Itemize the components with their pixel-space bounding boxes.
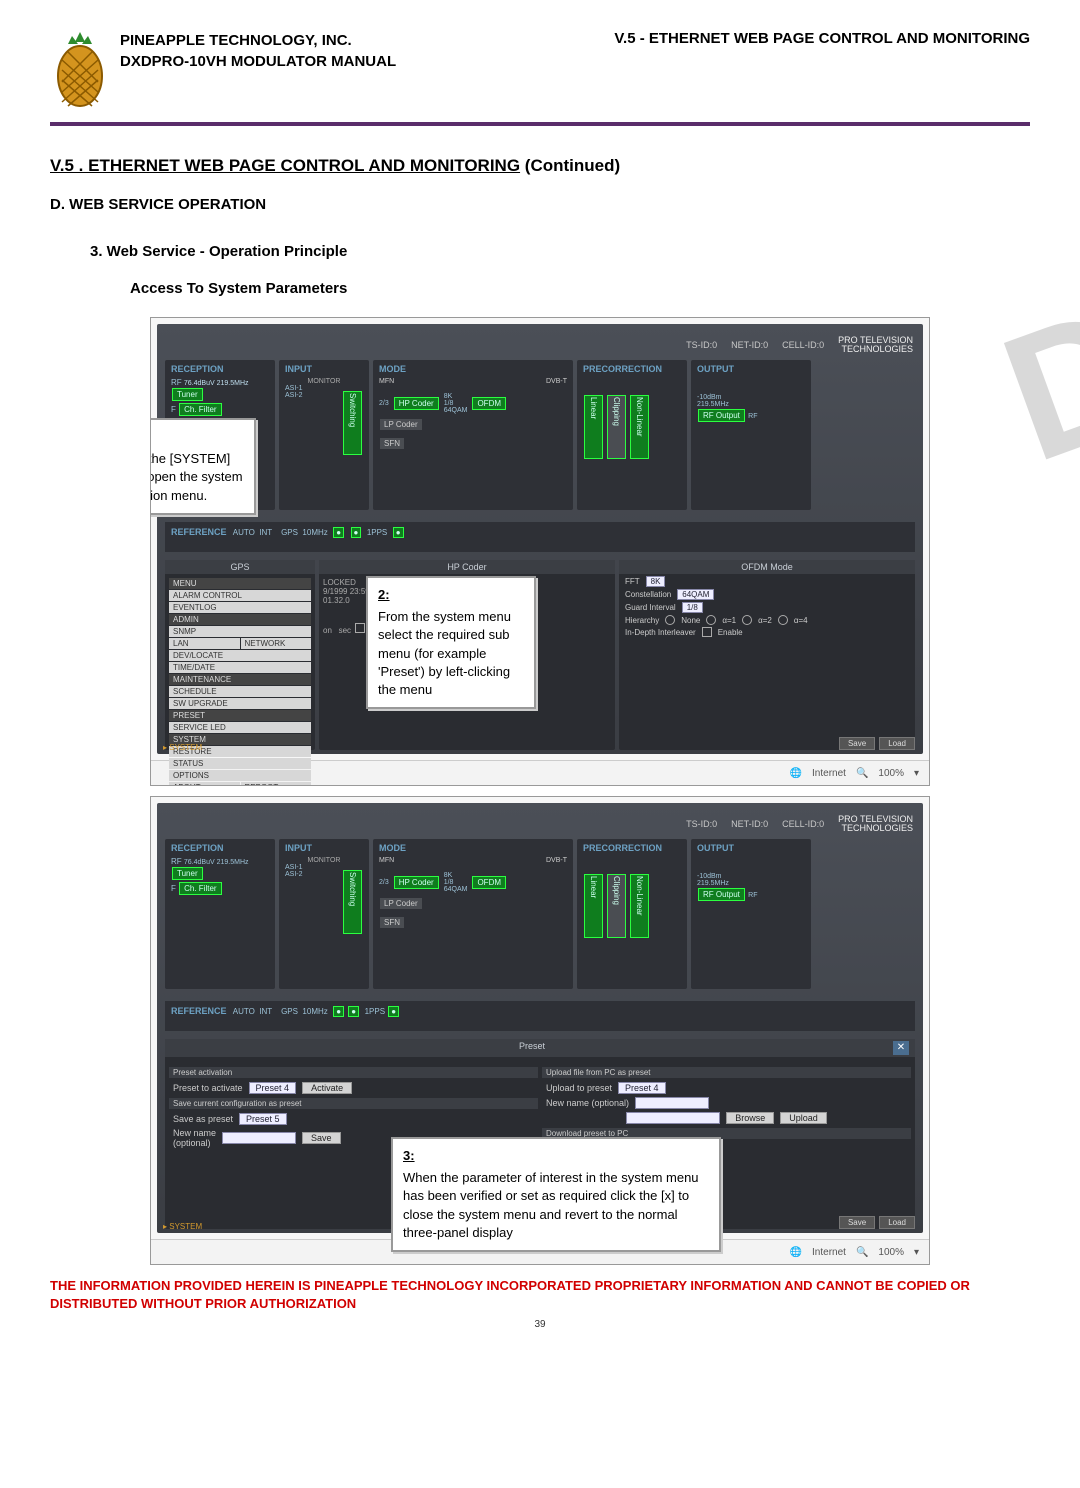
hierarchy-a2-radio[interactable] bbox=[742, 615, 752, 625]
zoom-icon: 🔍 bbox=[856, 768, 868, 779]
top-status-bar: TS-ID:0 NET-ID:0 CELL-ID:0 PRO TELEVISIO… bbox=[686, 336, 913, 354]
menu-maintenance[interactable]: MAINTENANCE bbox=[169, 674, 311, 685]
subsection-3: 3. Web Service - Operation Principle bbox=[90, 243, 1030, 260]
load-button[interactable]: Load bbox=[879, 737, 915, 750]
menu-schedule[interactable]: SCHEDULE bbox=[169, 686, 311, 697]
menu-preset[interactable]: PRESET bbox=[169, 710, 311, 721]
guard-select[interactable]: 1/8 bbox=[682, 602, 703, 613]
close-preset-button[interactable]: ✕ bbox=[893, 1041, 909, 1055]
fft-select[interactable]: 8K bbox=[646, 576, 666, 587]
screenshot-2: TS-ID:0 NET-ID:0 CELL-ID:0 PRO TELEVISIO… bbox=[150, 796, 930, 1265]
input-panel: INPUT MONITOR ASI-1 ASI-2 Switching bbox=[279, 360, 369, 510]
menu-admin[interactable]: ADMIN bbox=[169, 614, 311, 625]
new-name-input[interactable] bbox=[222, 1132, 296, 1144]
screenshot-1: TS-ID:0 NET-ID:0 CELL-ID:0 PRO TELEVISIO… bbox=[150, 317, 930, 786]
menu-devlocate[interactable]: DEV/LOCATE bbox=[169, 650, 311, 661]
upload-preset-select[interactable]: Preset 4 bbox=[618, 1082, 666, 1094]
hp-coder-block[interactable]: HP Coder bbox=[394, 397, 439, 410]
mode-panel-2: MODE MFNDVB-T 2/3 HP Coder 8K 1/8 64QAM … bbox=[373, 839, 573, 989]
callout-3: 3: When the parameter of interest in the… bbox=[391, 1137, 721, 1252]
reference-row-2: REFERENCE AUTO INT GPS 10MHz ● ● 1PPS ● bbox=[165, 1001, 915, 1031]
page-header: PINEAPPLE TECHNOLOGY, INC. DXDPRO-10VH M… bbox=[50, 30, 1030, 126]
watermark: D bbox=[979, 264, 1080, 503]
internet-icon-2: 🌐 bbox=[790, 1247, 802, 1258]
ofdm-mode-panel: OFDM Mode FFT8K Constellation64QAM Guard… bbox=[619, 560, 915, 750]
linear-block[interactable]: Linear bbox=[584, 395, 603, 459]
menu-swupgrade[interactable]: SW UPGRADE bbox=[169, 698, 311, 709]
callout-1: 1: Left-click the [SYSTEM] button to ope… bbox=[150, 418, 256, 515]
internet-icon: 🌐 bbox=[790, 768, 802, 779]
system-button-2[interactable]: ▸ SYSTEM bbox=[163, 1222, 202, 1231]
save-preset-button[interactable]: Save bbox=[302, 1132, 341, 1144]
reception-panel-2: RECEPTION RF 76.4dBuV 219.5MHz Tuner F C… bbox=[165, 839, 275, 989]
system-button[interactable]: ▸ SYSTEM bbox=[163, 743, 202, 752]
menu-timedate[interactable]: TIME/DATE bbox=[169, 662, 311, 673]
zoom-icon-2: 🔍 bbox=[856, 1247, 868, 1258]
switching-block[interactable]: Switching bbox=[343, 391, 362, 455]
browse-button[interactable]: Browse bbox=[726, 1112, 774, 1124]
section-reference: V.5 - ETHERNET WEB PAGE CONTROL AND MONI… bbox=[614, 30, 1030, 47]
menu-network[interactable]: NETWORK bbox=[241, 638, 312, 649]
menu-lan[interactable]: LAN bbox=[169, 638, 240, 649]
precorrection-panel-2: PRECORRECTION Linear Clipping Non-Linear bbox=[577, 839, 687, 989]
save-preset-select[interactable]: Preset 5 bbox=[239, 1113, 287, 1125]
menu-about[interactable]: ABOUT bbox=[169, 782, 240, 786]
page-number: 39 bbox=[50, 1319, 1030, 1330]
ofdm-block[interactable]: OFDM bbox=[472, 397, 506, 410]
manual-name: DXDPRO-10VH MODULATOR MANUAL bbox=[120, 51, 614, 72]
menu-title: MENU bbox=[169, 578, 311, 589]
pineapple-logo-icon bbox=[50, 30, 110, 110]
indepth-checkbox[interactable] bbox=[702, 627, 712, 637]
hierarchy-a4-radio[interactable] bbox=[778, 615, 788, 625]
preset-activate-select[interactable]: Preset 4 bbox=[249, 1082, 297, 1094]
subsection-d: D. WEB SERVICE OPERATION bbox=[50, 196, 1030, 213]
mode-panel: MODE MFNDVB-T 2/3 HP Coder 8K 1/8 64QAM … bbox=[373, 360, 573, 510]
company-name: PINEAPPLE TECHNOLOGY, INC. bbox=[120, 30, 614, 51]
subsection-access: Access To System Parameters bbox=[130, 280, 1030, 297]
output-panel: OUTPUT -10dBm 219.5MHz RF Output RF bbox=[691, 360, 811, 510]
output-panel-2: OUTPUT -10dBm 219.5MHz RF Output RF bbox=[691, 839, 811, 989]
save-button[interactable]: Save bbox=[839, 737, 875, 750]
save-button-2[interactable]: Save bbox=[839, 1216, 875, 1229]
menu-reboot[interactable]: REBOOT bbox=[241, 782, 312, 786]
load-button-2[interactable]: Load bbox=[879, 1216, 915, 1229]
lp-coder-block[interactable]: LP Coder bbox=[380, 419, 422, 430]
menu-status[interactable]: STATUS bbox=[169, 758, 311, 769]
file-path-input[interactable] bbox=[626, 1112, 720, 1124]
input-panel-2: INPUT MONITOR ASI-1 ASI-2 Switching bbox=[279, 839, 369, 989]
menu-serviceled[interactable]: SERVICE LED bbox=[169, 722, 311, 733]
tuner-block[interactable]: Tuner bbox=[172, 388, 203, 401]
reference-row: REFERENCE AUTO INT GPS 10MHz ● ● 1PPS ● bbox=[165, 522, 915, 552]
hierarchy-none-radio[interactable] bbox=[665, 615, 675, 625]
forever-checkbox[interactable] bbox=[355, 623, 365, 633]
callout-2: 2: From the system menu select the requi… bbox=[366, 576, 536, 709]
system-menu-panel: GPS MENU ALARM CONTROL EVENTLOG ADMIN SN… bbox=[165, 560, 315, 750]
rf-output-block[interactable]: RF Output bbox=[698, 409, 745, 422]
system-menu: MENU ALARM CONTROL EVENTLOG ADMIN SNMP L… bbox=[165, 574, 315, 786]
upload-button[interactable]: Upload bbox=[780, 1112, 827, 1124]
menu-options[interactable]: OPTIONS bbox=[169, 770, 311, 781]
precorrection-panel: PRECORRECTION Linear Clipping Non-Linear bbox=[577, 360, 687, 510]
menu-alarm[interactable]: ALARM CONTROL bbox=[169, 590, 311, 601]
nonlinear-block[interactable]: Non-Linear bbox=[630, 395, 649, 459]
constellation-select[interactable]: 64QAM bbox=[677, 589, 714, 600]
menu-eventlog[interactable]: EVENTLOG bbox=[169, 602, 311, 613]
upload-name-input[interactable] bbox=[635, 1097, 709, 1109]
top-status-bar-2: TS-ID:0 NET-ID:0 CELL-ID:0 PRO TELEVISIO… bbox=[686, 815, 913, 833]
activate-button[interactable]: Activate bbox=[302, 1082, 352, 1094]
section-heading: V.5 . ETHERNET WEB PAGE CONTROL AND MONI… bbox=[50, 156, 1030, 176]
proprietary-warning: THE INFORMATION PROVIDED HEREIN IS PINEA… bbox=[50, 1277, 1030, 1313]
sfn-block[interactable]: SFN bbox=[380, 438, 404, 449]
menu-snmp[interactable]: SNMP bbox=[169, 626, 311, 637]
ch-filter-block[interactable]: Ch. Filter bbox=[179, 403, 221, 416]
hierarchy-a1-radio[interactable] bbox=[706, 615, 716, 625]
